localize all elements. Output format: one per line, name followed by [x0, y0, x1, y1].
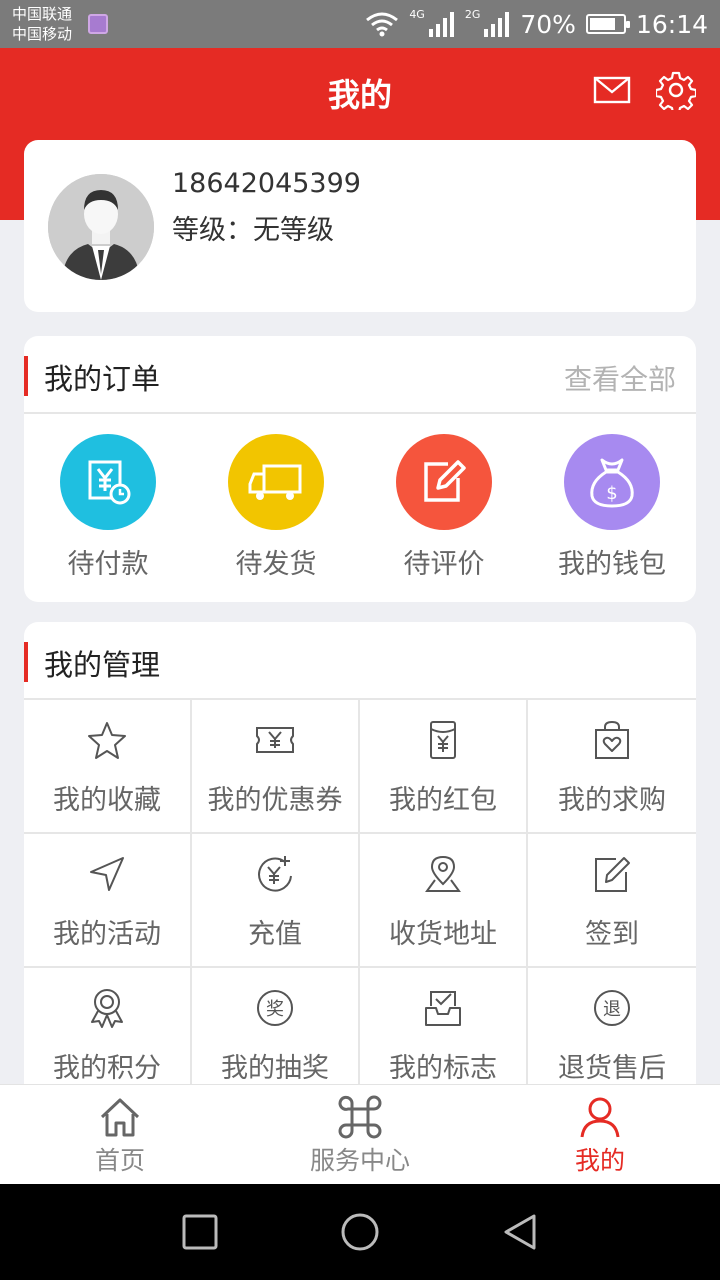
bottom-tab-bar: 首页 服务中心 我的 [0, 1084, 720, 1184]
order-pending-review[interactable]: 待评价 [360, 414, 528, 600]
manage-grid: 我的收藏 我的优惠券 我的红包 我的求购 我的活动 充值 收货地址 签到 我的积… [24, 700, 696, 1084]
manage-item-check-in[interactable]: 签到 [528, 834, 696, 968]
order-pending-payment[interactable]: 待付款 [24, 414, 192, 600]
network-type-2: 2G [464, 7, 481, 21]
recent-apps-icon[interactable] [180, 1212, 220, 1252]
manage-item-label: 我的优惠券 [207, 785, 343, 816]
location-icon [425, 855, 461, 892]
gear-icon[interactable] [656, 70, 696, 110]
signal-icon-2 [484, 12, 510, 37]
level-value: 无等级 [253, 215, 334, 246]
carrier-2: 中国移动 [12, 25, 73, 43]
order-pending-shipment[interactable]: 待发货 [192, 414, 360, 600]
manage-item-label: 我的标志 [389, 1053, 497, 1084]
order-label: 我的钱包 [558, 549, 666, 580]
tab-service-center[interactable]: 服务中心 [240, 1085, 480, 1184]
medal-icon [91, 989, 123, 1028]
manage-item-logo[interactable]: 我的标志 [360, 968, 528, 1084]
user-icon [580, 1097, 620, 1138]
tab-label: 服务中心 [309, 1146, 410, 1175]
manage-item-red-envelope[interactable]: 我的红包 [360, 700, 528, 834]
gallery-notification-icon [88, 14, 108, 34]
my-wallet[interactable]: $ 我的钱包 [528, 414, 696, 600]
status-right: 4G 2G 70% 16:14 [365, 0, 708, 48]
user-level: 等级：无等级 [172, 208, 334, 247]
manage-item-coupons[interactable]: 我的优惠券 [192, 700, 360, 834]
manage-item-recharge[interactable]: 充值 [192, 834, 360, 968]
see-all-orders-link[interactable]: 查看全部 [564, 358, 676, 398]
truck-icon [228, 434, 324, 530]
recharge-icon [258, 856, 292, 892]
home-icon [100, 1098, 140, 1137]
section-accent-bar [24, 642, 28, 682]
red-envelope-icon [430, 721, 456, 759]
prize-icon: 奖 [257, 990, 293, 1026]
manage-item-label: 我的积分 [53, 1053, 161, 1084]
user-phone: 18642045399 [172, 168, 361, 199]
order-label: 待付款 [67, 549, 149, 580]
manage-card: 我的管理 我的收藏 我的优惠券 我的红包 我的求购 我的活动 充值 收货地址 签… [24, 622, 696, 1084]
manage-item-label: 我的红包 [389, 785, 497, 816]
manage-item-lottery[interactable]: 奖 我的抽奖 [192, 968, 360, 1084]
orders-card: 我的订单 查看全部 待付款 待发货 待评价 $ 我的钱包 [24, 336, 696, 602]
manage-item-label: 我的活动 [53, 919, 161, 950]
order-status-row: 待付款 待发货 待评价 $ 我的钱包 [24, 414, 696, 600]
tab-label: 首页 [94, 1146, 145, 1175]
manage-item-label: 我的抽奖 [221, 1053, 329, 1084]
svg-text:$: $ [606, 483, 617, 504]
section-accent-bar [24, 356, 28, 396]
return-icon: 退 [594, 990, 630, 1026]
edit-icon [396, 434, 492, 530]
coupon-icon [256, 727, 294, 753]
signal-icon [428, 12, 454, 37]
manage-item-favorites[interactable]: 我的收藏 [24, 700, 192, 834]
yen-clock-icon [60, 434, 156, 530]
home-button-icon[interactable] [340, 1212, 380, 1252]
tab-label: 我的 [574, 1146, 625, 1175]
star-icon [88, 722, 126, 759]
manage-item-label: 签到 [585, 919, 639, 950]
manage-item-address[interactable]: 收货地址 [360, 834, 528, 968]
status-bar: 中国联通 中国移动 4G 2G 70% 16:14 [0, 0, 720, 48]
money-bag-icon: $ [564, 434, 660, 530]
wifi-icon [366, 12, 399, 37]
battery-icon [585, 14, 630, 34]
manage-header: 我的管理 [24, 622, 696, 700]
carrier-1: 中国联通 [12, 5, 73, 23]
shopping-bag-icon [595, 720, 629, 759]
manage-item-returns[interactable]: 退 退货售后 [528, 968, 696, 1084]
system-nav-bar [0, 1184, 720, 1280]
check-in-icon [595, 857, 630, 892]
profile-card[interactable]: 18642045399 等级：无等级 [24, 140, 696, 312]
orders-title: 我的订单 [44, 362, 161, 396]
manage-item-points[interactable]: 我的积分 [24, 968, 192, 1084]
avatar[interactable] [48, 174, 154, 280]
clock: 16:14 [635, 9, 708, 39]
service-grid-icon [338, 1095, 382, 1139]
order-label: 待发货 [235, 549, 317, 580]
carrier-info: 中国联通 中国移动 [12, 4, 72, 44]
battery-percent: 70% [520, 9, 576, 39]
manage-item-label: 我的求购 [558, 785, 666, 816]
network-type-1: 4G [409, 7, 425, 21]
level-label: 等级： [172, 215, 253, 246]
mail-icon[interactable] [592, 70, 632, 110]
manage-item-label: 收货地址 [389, 919, 497, 950]
manage-item-wanted[interactable]: 我的求购 [528, 700, 696, 834]
svg-text:奖: 奖 [266, 999, 284, 1020]
manage-item-activities[interactable]: 我的活动 [24, 834, 192, 968]
manage-item-label: 充值 [248, 919, 302, 950]
manage-item-label: 我的收藏 [53, 785, 161, 816]
inbox-check-icon [425, 991, 461, 1026]
manage-item-label: 退货售后 [558, 1053, 666, 1084]
back-icon[interactable] [500, 1212, 540, 1252]
tab-home[interactable]: 首页 [0, 1085, 240, 1184]
orders-header: 我的订单 查看全部 [24, 336, 696, 414]
order-label: 待评价 [403, 549, 485, 580]
navigation-icon [90, 857, 124, 891]
tab-mine[interactable]: 我的 [480, 1085, 720, 1184]
manage-title: 我的管理 [44, 648, 161, 682]
svg-text:退: 退 [603, 999, 621, 1020]
